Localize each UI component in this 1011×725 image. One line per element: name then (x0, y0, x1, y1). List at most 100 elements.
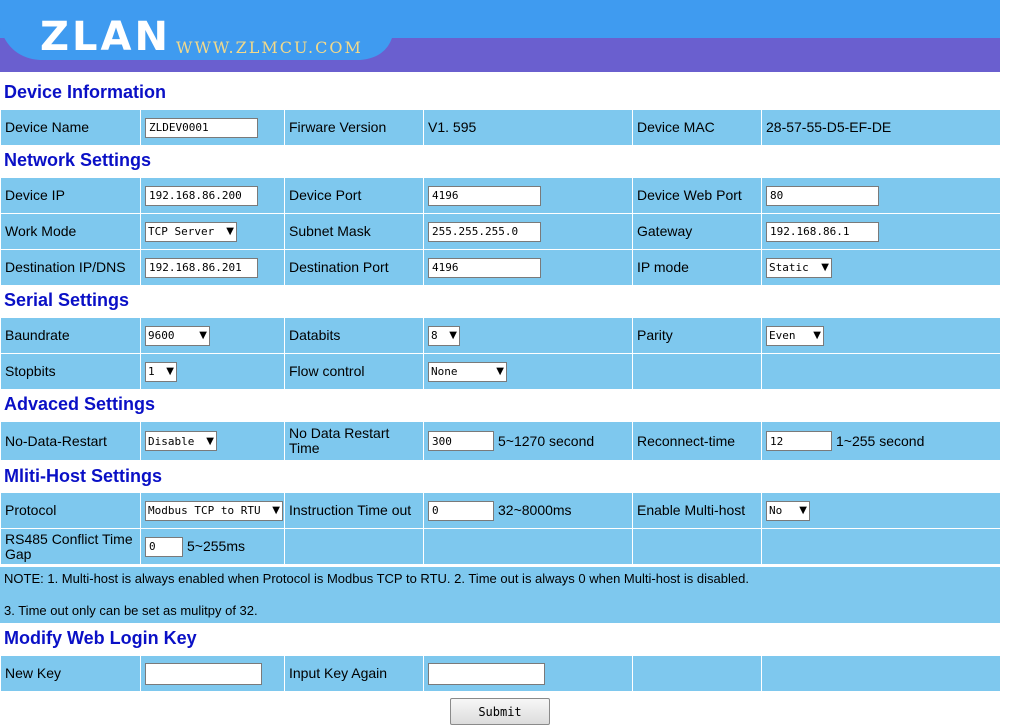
device-port-label: Device Port (284, 177, 424, 214)
rs485-unit: 5~255ms (187, 538, 245, 554)
chevron-down-icon: ▼ (813, 330, 821, 341)
device-ip-input[interactable] (145, 185, 258, 206)
baud-select[interactable]: 9600 ▼ (145, 325, 210, 346)
logo: ZLAN (40, 14, 171, 60)
stopbits-label: Stopbits (0, 353, 141, 390)
work-mode-selected: TCP Server (148, 225, 215, 238)
chevron-down-icon: ▼ (821, 262, 829, 273)
rs485-label: RS485 Conflict Time Gap (0, 528, 141, 565)
stopbits-select[interactable]: 1 ▼ (145, 361, 177, 382)
timeout-unit: 32~8000ms (498, 502, 572, 518)
firmware-label: Firware Version (284, 109, 424, 146)
gateway-label: Gateway (632, 213, 762, 250)
empty-cell (761, 655, 1001, 692)
gateway-input[interactable] (766, 221, 879, 242)
no-data-restart-selected: Disable (148, 434, 195, 448)
note-line-2: 3. Time out only can be set as mulitpy o… (4, 603, 258, 618)
device-info-table: Device Name Firware Version V1. 595 Devi… (0, 109, 1001, 146)
note-line-1: NOTE: 1. Multi-host is always enabled wh… (4, 571, 749, 586)
table-row: Destination IP/DNS Destination Port IP m… (0, 249, 1001, 286)
table-row: Stopbits 1 ▼ Flow control None ▼ (0, 353, 1001, 390)
table-row: Work Mode TCP Server ▼ Subnet Mask Gatewa… (0, 213, 1001, 250)
section-title-serial: Serial Settings (4, 290, 130, 310)
key-again-label: Input Key Again (284, 655, 424, 692)
new-key-input[interactable] (145, 662, 262, 685)
section-title-multihost: Mliti-Host Settings (4, 466, 162, 486)
empty-cell (632, 353, 762, 390)
ip-mode-label: IP mode (632, 249, 762, 286)
dest-ip-input[interactable] (145, 257, 258, 278)
protocol-selected: Modbus TCP to RTU (148, 504, 261, 517)
ip-mode-select[interactable]: Static ▼ (766, 257, 832, 278)
no-data-restart-select[interactable]: Disable ▼ (145, 431, 217, 451)
enable-multihost-selected: No (769, 504, 783, 517)
dest-port-label: Destination Port (284, 249, 424, 286)
subnet-label: Subnet Mask (284, 213, 424, 250)
subnet-input[interactable] (428, 221, 541, 242)
table-row: Device IP Device Port Device Web Port (0, 177, 1001, 214)
baud-label: Baundrate (0, 317, 141, 354)
flow-select[interactable]: None ▼ (428, 361, 507, 382)
restart-time-input[interactable] (428, 431, 494, 451)
table-row: Baundrate 9600 ▼ Databits 8 ▼ Parity Even ▼ (0, 317, 1001, 354)
login-table: New Key Input Key Again (0, 655, 1001, 692)
databits-select[interactable]: 8 ▼ (428, 325, 460, 346)
work-mode-select[interactable]: TCP Server ▼ (145, 221, 237, 242)
table-row: New Key Input Key Again (0, 655, 1001, 692)
device-name-label: Device Name (0, 109, 141, 146)
timeout-input[interactable] (428, 500, 494, 521)
new-key-label: New Key (0, 655, 141, 692)
advanced-table: No-Data-Restart Disable ▼ No Data Restart… (0, 421, 1001, 461)
device-name-input[interactable] (145, 117, 258, 138)
databits-label: Databits (284, 317, 424, 354)
databits-selected: 8 (431, 329, 438, 342)
web-port-input[interactable] (766, 185, 879, 206)
key-again-input[interactable] (428, 662, 545, 685)
multihost-table: Protocol Modbus TCP to RTU ▼ Instruction … (0, 492, 1001, 565)
section-title-device-info: Device Information (4, 82, 167, 102)
table-row: Device Name Firware Version V1. 595 Devi… (0, 109, 1001, 146)
site-url: WWW.ZLMCU.COM (176, 38, 363, 57)
submit-button[interactable]: Submit (450, 698, 550, 725)
protocol-select[interactable]: Modbus TCP to RTU ▼ (145, 500, 283, 521)
device-ip-label: Device IP (0, 177, 141, 214)
empty-cell (632, 655, 762, 692)
table-row: Protocol Modbus TCP to RTU ▼ Instruction … (0, 492, 1001, 529)
enable-multihost-label: Enable Multi-host (632, 492, 762, 529)
chevron-down-icon: ▼ (206, 435, 214, 447)
stopbits-selected: 1 (148, 365, 155, 378)
chevron-down-icon: ▼ (272, 505, 280, 516)
no-data-restart-label: No-Data-Restart (0, 421, 141, 461)
table-row: No-Data-Restart Disable ▼ No Data Restart… (0, 421, 1001, 461)
section-title-login: Modify Web Login Key (4, 628, 197, 648)
reconnect-label: Reconnect-time (632, 421, 762, 461)
empty-cell (284, 528, 424, 565)
multihost-note: NOTE: 1. Multi-host is always enabled wh… (0, 567, 1000, 623)
section-title-advanced: Advaced Settings (4, 394, 156, 414)
device-port-input[interactable] (428, 185, 541, 206)
parity-selected: Even (769, 329, 796, 342)
chevron-down-icon: ▼ (496, 366, 504, 377)
section-title-network: Network Settings (4, 150, 152, 170)
enable-multihost-select[interactable]: No ▼ (766, 500, 810, 521)
mac-value: 28-57-55-D5-EF-DE (761, 109, 1001, 146)
flow-selected: None (431, 365, 458, 378)
firmware-value: V1. 595 (423, 109, 633, 146)
restart-time-unit: 5~1270 second (498, 432, 595, 449)
protocol-label: Protocol (0, 492, 141, 529)
dest-port-input[interactable] (428, 257, 541, 278)
rs485-input[interactable] (145, 536, 183, 557)
web-port-label: Device Web Port (632, 177, 762, 214)
restart-time-label: No Data Restart Time (284, 421, 424, 461)
work-mode-label: Work Mode (0, 213, 141, 250)
network-table: Device IP Device Port Device Web Port Wo… (0, 177, 1001, 286)
ip-mode-selected: Static (769, 261, 809, 274)
reconnect-input[interactable] (766, 431, 832, 451)
reconnect-unit: 1~255 second (836, 432, 925, 449)
flow-label: Flow control (284, 353, 424, 390)
chevron-down-icon: ▼ (226, 226, 234, 237)
parity-select[interactable]: Even ▼ (766, 325, 824, 346)
empty-cell (761, 353, 1001, 390)
mac-label: Device MAC (632, 109, 762, 146)
chevron-down-icon: ▼ (799, 505, 807, 516)
